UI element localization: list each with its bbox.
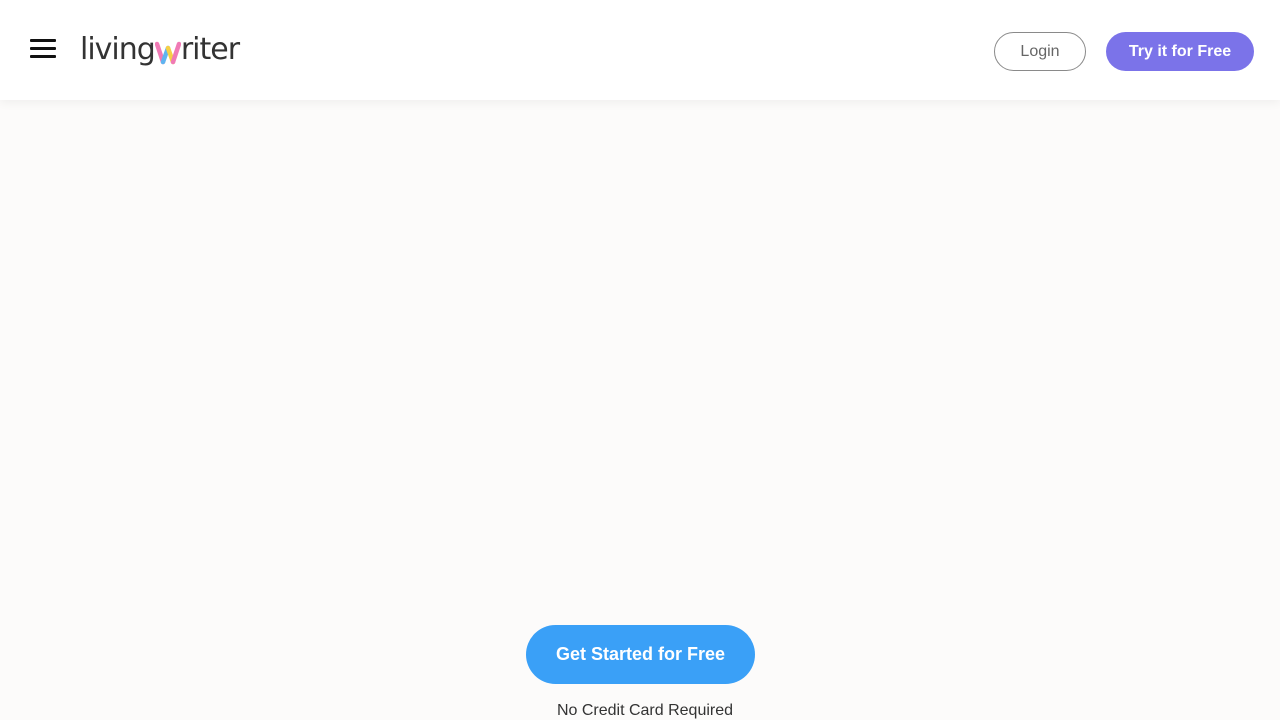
hamburger-menu-icon[interactable]: [28, 36, 58, 62]
get-started-button[interactable]: Get Started for Free: [526, 625, 755, 684]
menu-bar: [30, 55, 56, 58]
livingwriter-logo[interactable]: living riter: [80, 28, 240, 70]
login-button[interactable]: Login: [994, 32, 1086, 71]
logo-text-before: living: [80, 31, 156, 67]
try-for-free-button[interactable]: Try it for Free: [1106, 32, 1254, 71]
no-credit-card-note: No Credit Card Required: [556, 702, 734, 719]
menu-bar: [30, 47, 56, 50]
site-header: living riter Login Try it for Free: [0, 0, 1280, 100]
logo-text-after: riter: [180, 31, 240, 67]
logo-w-mark-icon: [154, 41, 181, 65]
menu-bar: [30, 39, 56, 42]
